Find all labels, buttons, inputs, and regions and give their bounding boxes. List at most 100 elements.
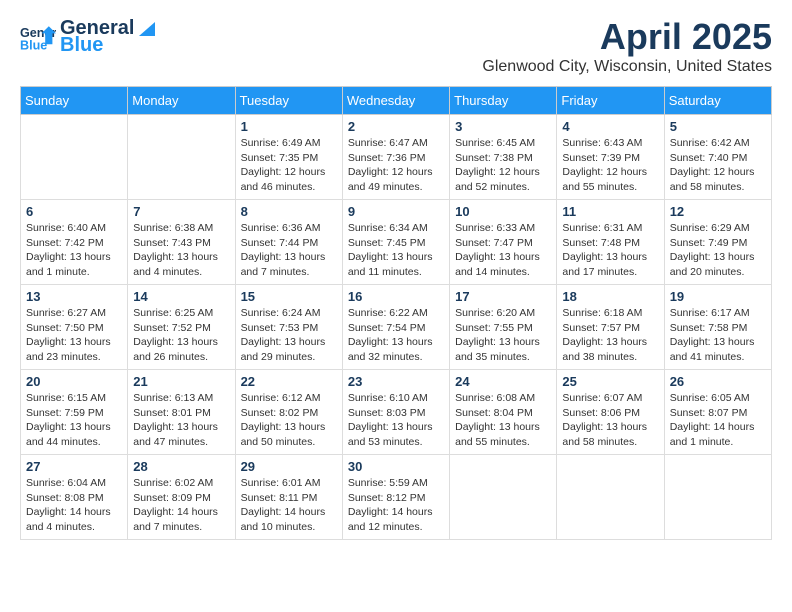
- calendar-header-row: Sunday Monday Tuesday Wednesday Thursday…: [21, 87, 772, 115]
- day-number: 25: [562, 374, 658, 389]
- day-number: 10: [455, 204, 551, 219]
- day-number: 6: [26, 204, 122, 219]
- location-title: Glenwood City, Wisconsin, United States: [482, 58, 772, 76]
- day-info: Sunrise: 6:10 AMSunset: 8:03 PMDaylight:…: [348, 391, 444, 450]
- logo-icon: General Blue: [20, 19, 56, 55]
- day-number: 5: [670, 119, 766, 134]
- day-number: 13: [26, 289, 122, 304]
- calendar-cell-w3-d7: 19 Sunrise: 6:17 AMSunset: 7:58 PMDayligh…: [664, 285, 771, 370]
- logo-triangle-icon: [135, 16, 159, 40]
- calendar-cell-w2-d1: 6 Sunrise: 6:40 AMSunset: 7:42 PMDaylight…: [21, 200, 128, 285]
- header-tuesday: Tuesday: [235, 87, 342, 115]
- day-info: Sunrise: 6:20 AMSunset: 7:55 PMDaylight:…: [455, 306, 551, 365]
- calendar-week-5: 27 Sunrise: 6:04 AMSunset: 8:08 PMDayligh…: [21, 455, 772, 540]
- calendar-cell-w5-d2: 28 Sunrise: 6:02 AMSunset: 8:09 PMDayligh…: [128, 455, 235, 540]
- calendar-week-1: 1Sunrise: 6:49 AMSunset: 7:35 PMDaylight…: [21, 115, 772, 200]
- day-info: Sunrise: 6:38 AMSunset: 7:43 PMDaylight:…: [133, 221, 229, 280]
- day-number: 19: [670, 289, 766, 304]
- day-info: Sunrise: 6:40 AMSunset: 7:42 PMDaylight:…: [26, 221, 122, 280]
- calendar-table: Sunday Monday Tuesday Wednesday Thursday…: [20, 86, 772, 540]
- calendar-cell-w4-d7: 26 Sunrise: 6:05 AMSunset: 8:07 PMDayligh…: [664, 370, 771, 455]
- day-number: 28: [133, 459, 229, 474]
- day-number: 17: [455, 289, 551, 304]
- calendar-cell-w1-d1: [21, 115, 128, 200]
- calendar-cell-w2-d2: 7 Sunrise: 6:38 AMSunset: 7:43 PMDaylight…: [128, 200, 235, 285]
- day-info: Sunrise: 6:24 AMSunset: 7:53 PMDaylight:…: [241, 306, 337, 365]
- day-number: 16: [348, 289, 444, 304]
- day-info: Sunrise: 6:05 AMSunset: 8:07 PMDaylight:…: [670, 391, 766, 450]
- day-info: Sunrise: 6:25 AMSunset: 7:52 PMDaylight:…: [133, 306, 229, 365]
- day-info: Sunrise: 6:31 AMSunset: 7:48 PMDaylight:…: [562, 221, 658, 280]
- day-number: 15: [241, 289, 337, 304]
- calendar-cell-w1-d2: [128, 115, 235, 200]
- header-friday: Friday: [557, 87, 664, 115]
- day-info: Sunrise: 6:07 AMSunset: 8:06 PMDaylight:…: [562, 391, 658, 450]
- day-number: 24: [455, 374, 551, 389]
- calendar-week-3: 13 Sunrise: 6:27 AMSunset: 7:50 PMDayligh…: [21, 285, 772, 370]
- day-number: 7: [133, 204, 229, 219]
- day-info: Sunrise: 6:29 AMSunset: 7:49 PMDaylight:…: [670, 221, 766, 280]
- day-number: 2: [348, 119, 444, 134]
- calendar-cell-w3-d3: 15 Sunrise: 6:24 AMSunset: 7:53 PMDayligh…: [235, 285, 342, 370]
- calendar-cell-w4-d4: 23Sunrise: 6:10 AMSunset: 8:03 PMDayligh…: [342, 370, 449, 455]
- calendar-cell-w3-d2: 14 Sunrise: 6:25 AMSunset: 7:52 PMDayligh…: [128, 285, 235, 370]
- calendar-cell-w2-d3: 8 Sunrise: 6:36 AMSunset: 7:44 PMDaylight…: [235, 200, 342, 285]
- calendar-cell-w1-d6: 4Sunrise: 6:43 AMSunset: 7:39 PMDaylight…: [557, 115, 664, 200]
- calendar-cell-w1-d4: 2Sunrise: 6:47 AMSunset: 7:36 PMDaylight…: [342, 115, 449, 200]
- day-info: Sunrise: 6:33 AMSunset: 7:47 PMDaylight:…: [455, 221, 551, 280]
- calendar-cell-w1-d3: 1Sunrise: 6:49 AMSunset: 7:35 PMDaylight…: [235, 115, 342, 200]
- calendar-cell-w2-d4: 9 Sunrise: 6:34 AMSunset: 7:45 PMDaylight…: [342, 200, 449, 285]
- svg-text:Blue: Blue: [20, 38, 47, 52]
- day-number: 12: [670, 204, 766, 219]
- day-number: 8: [241, 204, 337, 219]
- day-info: Sunrise: 6:04 AMSunset: 8:08 PMDaylight:…: [26, 476, 122, 535]
- header-thursday: Thursday: [450, 87, 557, 115]
- calendar-week-2: 6 Sunrise: 6:40 AMSunset: 7:42 PMDaylight…: [21, 200, 772, 285]
- calendar-cell-w4-d3: 22Sunrise: 6:12 AMSunset: 8:02 PMDayligh…: [235, 370, 342, 455]
- day-number: 22: [241, 374, 337, 389]
- calendar-cell-w5-d5: [450, 455, 557, 540]
- day-number: 27: [26, 459, 122, 474]
- calendar-cell-w3-d4: 16 Sunrise: 6:22 AMSunset: 7:54 PMDayligh…: [342, 285, 449, 370]
- title-area: April 2025 Glenwood City, Wisconsin, Uni…: [482, 16, 772, 76]
- calendar-cell-w5-d4: 30Sunrise: 5:59 AMSunset: 8:12 PMDayligh…: [342, 455, 449, 540]
- day-number: 3: [455, 119, 551, 134]
- day-info: Sunrise: 6:34 AMSunset: 7:45 PMDaylight:…: [348, 221, 444, 280]
- day-number: 30: [348, 459, 444, 474]
- day-number: 21: [133, 374, 229, 389]
- header-saturday: Saturday: [664, 87, 771, 115]
- calendar-cell-w1-d5: 3Sunrise: 6:45 AMSunset: 7:38 PMDaylight…: [450, 115, 557, 200]
- header-wednesday: Wednesday: [342, 87, 449, 115]
- day-info: Sunrise: 6:22 AMSunset: 7:54 PMDaylight:…: [348, 306, 444, 365]
- day-info: Sunrise: 6:49 AMSunset: 7:35 PMDaylight:…: [241, 136, 337, 195]
- day-info: Sunrise: 6:27 AMSunset: 7:50 PMDaylight:…: [26, 306, 122, 365]
- day-info: Sunrise: 6:17 AMSunset: 7:58 PMDaylight:…: [670, 306, 766, 365]
- calendar-cell-w4-d2: 21 Sunrise: 6:13 AMSunset: 8:01 PMDayligh…: [128, 370, 235, 455]
- day-info: Sunrise: 6:02 AMSunset: 8:09 PMDaylight:…: [133, 476, 229, 535]
- day-info: Sunrise: 6:42 AMSunset: 7:40 PMDaylight:…: [670, 136, 766, 195]
- day-number: 26: [670, 374, 766, 389]
- calendar-week-4: 20 Sunrise: 6:15 AMSunset: 7:59 PMDayligh…: [21, 370, 772, 455]
- calendar-cell-w3-d5: 17 Sunrise: 6:20 AMSunset: 7:55 PMDayligh…: [450, 285, 557, 370]
- day-info: Sunrise: 6:43 AMSunset: 7:39 PMDaylight:…: [562, 136, 658, 195]
- day-info: Sunrise: 6:36 AMSunset: 7:44 PMDaylight:…: [241, 221, 337, 280]
- logo: General Blue General Blue: [20, 16, 160, 57]
- calendar-cell-w5-d1: 27 Sunrise: 6:04 AMSunset: 8:08 PMDayligh…: [21, 455, 128, 540]
- day-info: Sunrise: 6:13 AMSunset: 8:01 PMDaylight:…: [133, 391, 229, 450]
- calendar-cell-w2-d7: 12 Sunrise: 6:29 AMSunset: 7:49 PMDayligh…: [664, 200, 771, 285]
- header-monday: Monday: [128, 87, 235, 115]
- day-number: 29: [241, 459, 337, 474]
- calendar-cell-w3-d1: 13 Sunrise: 6:27 AMSunset: 7:50 PMDayligh…: [21, 285, 128, 370]
- calendar-cell-w3-d6: 18Sunrise: 6:18 AMSunset: 7:57 PMDayligh…: [557, 285, 664, 370]
- calendar-cell-w1-d7: 5 Sunrise: 6:42 AMSunset: 7:40 PMDaylight…: [664, 115, 771, 200]
- day-number: 18: [562, 289, 658, 304]
- day-info: Sunrise: 6:15 AMSunset: 7:59 PMDaylight:…: [26, 391, 122, 450]
- page-header: General Blue General Blue April 2025 Gle…: [20, 16, 772, 76]
- day-number: 9: [348, 204, 444, 219]
- day-number: 20: [26, 374, 122, 389]
- day-info: Sunrise: 6:01 AMSunset: 8:11 PMDaylight:…: [241, 476, 337, 535]
- month-title: April 2025: [482, 16, 772, 58]
- day-number: 11: [562, 204, 658, 219]
- calendar-cell-w4-d1: 20 Sunrise: 6:15 AMSunset: 7:59 PMDayligh…: [21, 370, 128, 455]
- day-number: 14: [133, 289, 229, 304]
